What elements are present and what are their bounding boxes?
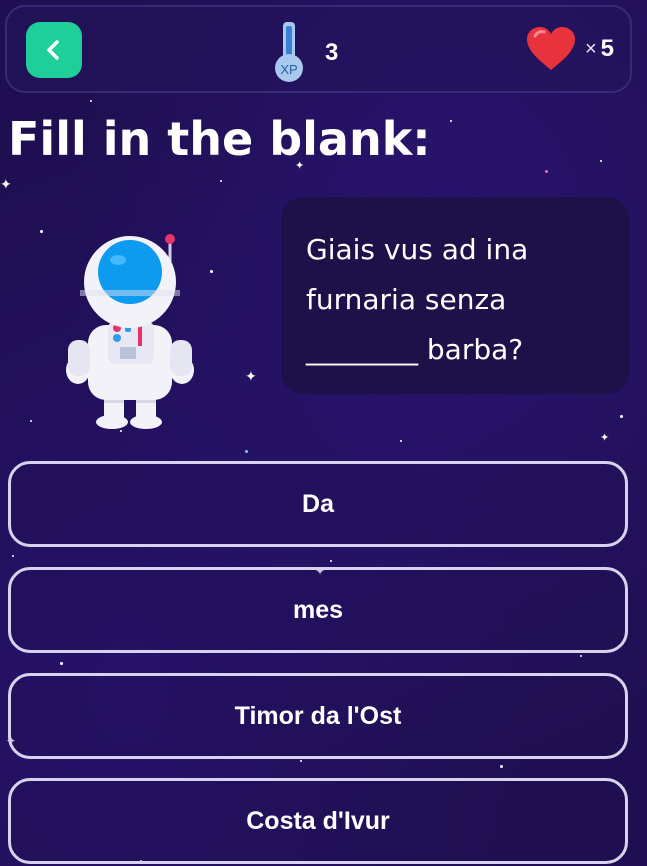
answer-option-label: Costa d'Ivur: [246, 806, 390, 835]
answer-option-label: Timor da l'Ost: [234, 701, 402, 730]
page-title: Fill in the blank:: [8, 112, 431, 166]
question-text-line-2: furnaria senza: [306, 283, 507, 316]
back-button[interactable]: [26, 22, 82, 78]
answer-option-3[interactable]: Timor da l'Ost: [8, 673, 628, 759]
lives-multiplier: ×: [584, 37, 597, 60]
xp-indicator: XP 3: [271, 20, 361, 84]
sparkle-icon: ✦: [245, 369, 257, 385]
question-bubble: Giais vus ad ina furnaria senza ________…: [281, 197, 629, 394]
lives-indicator: × 5: [525, 25, 614, 73]
heart-icon: [526, 27, 575, 70]
chevron-left-icon: [47, 40, 59, 60]
sparkle-icon: ✦: [0, 177, 12, 193]
sparkle-icon: ✦: [600, 431, 610, 444]
answer-option-label: mes: [292, 595, 344, 624]
lives-count: 5: [600, 35, 614, 62]
xp-thermometer-icon: XP: [275, 22, 303, 82]
xp-count: 3: [325, 39, 339, 66]
top-status-bar: XP 3 × 5: [5, 5, 632, 93]
xp-label: XP: [280, 62, 297, 77]
astronaut-illustration: [66, 234, 194, 429]
answer-option-2[interactable]: mes: [8, 567, 628, 653]
question-text-line-3: ________ barba?: [306, 333, 524, 366]
answer-option-1[interactable]: Da: [8, 461, 628, 547]
answer-option-label: Da: [302, 489, 334, 518]
answer-option-4[interactable]: Costa d'Ivur: [8, 778, 628, 864]
question-text-line-1: Giais vus ad ina: [306, 233, 529, 266]
